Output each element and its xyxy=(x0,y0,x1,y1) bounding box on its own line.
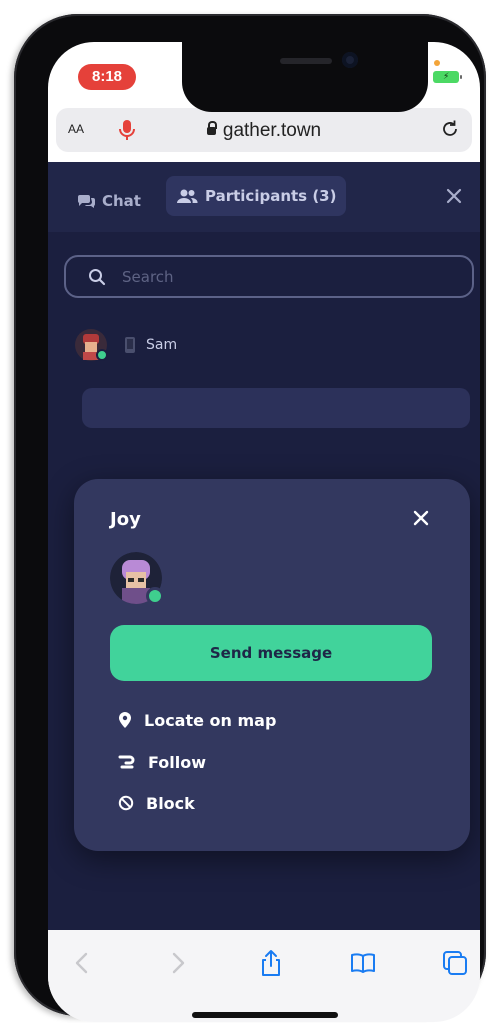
profile-popup: Joy Send message Locate on map Follow Bl… xyxy=(74,479,470,851)
battery-icon: ⚡ xyxy=(433,71,463,83)
locate-on-map-action[interactable]: Locate on map xyxy=(118,705,276,735)
block-action[interactable]: Block xyxy=(118,788,195,818)
notch xyxy=(182,42,440,112)
participant-row-highlight xyxy=(82,388,470,428)
front-camera xyxy=(342,52,358,68)
avatar xyxy=(75,329,108,361)
address-bar[interactable]: AA gather.town xyxy=(56,108,472,152)
block-icon xyxy=(118,795,134,811)
search-input[interactable] xyxy=(120,266,444,287)
tabs-icon[interactable] xyxy=(440,948,470,978)
participant-name: Sam xyxy=(146,337,178,353)
gather-app: Chat Participants (3) Search Sam Joy Sen… xyxy=(48,162,480,930)
forward-icon[interactable] xyxy=(162,948,192,978)
block-label: Block xyxy=(146,793,195,813)
participant-row[interactable]: Sam xyxy=(74,327,177,363)
chat-icon xyxy=(77,195,96,208)
back-icon[interactable] xyxy=(68,948,98,978)
reload-icon[interactable] xyxy=(438,117,462,141)
profile-name: Joy xyxy=(110,509,141,530)
speaker-grille xyxy=(280,58,332,64)
search-icon xyxy=(89,268,106,285)
close-icon[interactable] xyxy=(412,509,430,527)
online-status-dot xyxy=(146,587,164,605)
locate-on-map-label: Locate on map xyxy=(144,710,277,730)
follow-label: Follow xyxy=(148,752,207,772)
follow-action[interactable]: Follow xyxy=(118,747,206,777)
tab-chat[interactable]: Chat xyxy=(76,182,141,220)
device-icon xyxy=(125,337,135,353)
share-icon[interactable] xyxy=(256,948,286,978)
participant-search[interactable] xyxy=(64,255,474,298)
lock-icon xyxy=(206,121,217,135)
privacy-indicator xyxy=(434,60,440,66)
phone-screen: 8:18 .... ⚡ AA gather.town xyxy=(48,42,480,1022)
tab-participants[interactable]: Participants (3) xyxy=(166,176,347,216)
bookmarks-icon[interactable] xyxy=(348,948,378,978)
phone-frame: 8:18 .... ⚡ AA gather.town xyxy=(14,14,486,1022)
map-pin-icon xyxy=(119,712,131,728)
participants-icon xyxy=(177,189,198,203)
browser-toolbar xyxy=(48,930,480,1022)
tab-participants-label: Participants (3) xyxy=(205,187,337,205)
status-time[interactable]: 8:18 xyxy=(78,64,136,90)
tab-chat-label: Chat xyxy=(102,192,141,210)
follow-icon xyxy=(118,755,135,769)
close-icon[interactable] xyxy=(444,186,464,206)
url-display[interactable]: gather.town xyxy=(56,120,472,142)
charging-bolt: ⚡ xyxy=(442,72,450,82)
send-message-button[interactable]: Send message xyxy=(110,625,432,681)
url-text: gather.town xyxy=(222,120,322,141)
panel-tabs: Chat Participants (3) xyxy=(48,162,480,232)
home-indicator[interactable] xyxy=(192,1012,338,1018)
